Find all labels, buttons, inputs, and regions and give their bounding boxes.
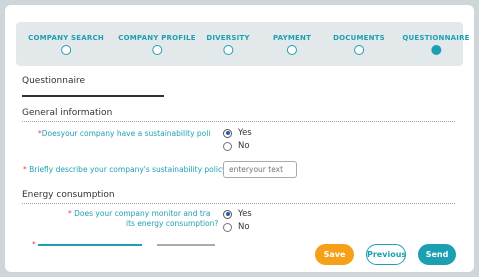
previous-button[interactable]: Previous	[366, 244, 406, 265]
radio-checked-icon[interactable]	[223, 209, 232, 219]
step-diversity[interactable]: DIVERSITY	[206, 34, 249, 55]
step-indicator-icon	[222, 45, 233, 55]
step-label: QUESTIONNAIRE	[402, 34, 470, 42]
radio-label: Yes	[238, 128, 252, 138]
section-divider	[22, 203, 455, 204]
step-documents[interactable]: DOCUMENTS	[333, 34, 385, 55]
radio-option-no[interactable]: No	[223, 222, 250, 232]
sustainability-policy-input[interactable]	[223, 161, 297, 178]
step-indicator-icon	[152, 45, 162, 55]
section-title-energy: Energy consumption	[22, 190, 115, 200]
question-text-line1: Does your company monitor and tra	[71, 209, 211, 218]
question-text: Doesyour company have a sustainability p…	[41, 129, 211, 138]
step-label: DOCUMENTS	[333, 34, 385, 42]
step-label: DIVERSITY	[206, 34, 250, 42]
step-indicator-icon	[287, 45, 297, 55]
step-label: PAYMENT	[272, 34, 312, 42]
question-text: Briefly describe your company's sustaina…	[26, 165, 227, 174]
radio-option-no[interactable]: No	[223, 141, 250, 151]
step-indicator-icon	[61, 45, 71, 55]
required-mark: *	[32, 240, 36, 249]
partial-field-underline	[38, 244, 142, 246]
step-company-search[interactable]: COMPANY SEARCH	[28, 34, 104, 55]
send-button[interactable]: Send	[418, 244, 456, 265]
radio-unchecked-icon[interactable]	[223, 222, 232, 232]
radio-option-yes[interactable]: Yes	[223, 128, 252, 138]
radio-unchecked-icon[interactable]	[223, 141, 232, 151]
progress-stepper: COMPANY SEARCH COMPANY PROFILE DIVERSITY…	[16, 22, 469, 66]
radio-label: No	[238, 222, 250, 232]
section-divider	[22, 121, 455, 122]
questionnaire-card: COMPANY SEARCH COMPANY PROFILE DIVERSITY…	[5, 5, 474, 272]
radio-label: Yes	[238, 209, 252, 219]
step-payment[interactable]: PAYMENT	[273, 34, 311, 55]
step-indicator-active-icon	[431, 45, 441, 55]
step-company-profile[interactable]: COMPANY PROFILE	[118, 34, 196, 55]
step-indicator-icon	[354, 45, 364, 55]
step-label: COMPANY SEARCH	[28, 34, 104, 42]
title-underline	[22, 95, 164, 97]
radio-label: No	[238, 141, 250, 151]
radio-option-yes[interactable]: Yes	[223, 209, 252, 219]
save-button[interactable]: Save	[315, 244, 354, 265]
page-title: Questionnaire	[22, 76, 86, 86]
question-energy-monitoring-line2: its energy consumption?	[126, 219, 219, 228]
step-label: COMPANY PROFILE	[118, 34, 196, 42]
partial-field-underline	[157, 244, 215, 246]
question-energy-monitoring: * Does your company monitor and tra	[68, 209, 210, 219]
radio-checked-icon[interactable]	[223, 128, 232, 138]
question-describe-policy: * Briefly describe your company's sustai…	[23, 165, 227, 175]
question-sustainability-policy: *Doesyour company have a sustainability …	[38, 129, 210, 139]
section-title-general: General information	[22, 108, 113, 118]
step-questionnaire[interactable]: QUESTIONNAIRE	[402, 34, 469, 55]
